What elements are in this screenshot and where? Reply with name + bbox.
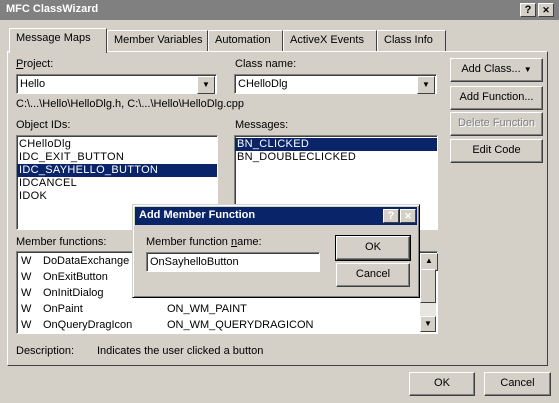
chevron-down-icon[interactable]: ▼	[417, 76, 435, 94]
dialog-close-button[interactable]: ✕	[400, 209, 416, 223]
class-name-combo[interactable]: CHelloDlg ▼	[234, 74, 437, 94]
list-item[interactable]: IDCANCEL	[17, 177, 217, 190]
dialog-cancel-button[interactable]: Cancel	[336, 263, 410, 287]
chevron-down-icon[interactable]: ▼	[197, 76, 215, 94]
member-function-name-input[interactable]: OnSayhelloButton	[146, 252, 320, 272]
table-row[interactable]: W OnQueryDragIcon ON_WM_QUERYDRAGICON	[17, 319, 437, 335]
table-row[interactable]: W OnPaint ON_WM_PAINT	[17, 303, 437, 319]
dialog-title: Add Member Function	[139, 209, 256, 221]
cancel-button[interactable]: Cancel	[484, 372, 551, 396]
badge: W	[21, 287, 32, 299]
description-text: Indicates the user clicked a button	[97, 345, 264, 357]
window-titlebar: MFC ClassWizard ? ✕	[0, 0, 559, 20]
member-function-name-value: OnSayhelloButton	[150, 256, 239, 268]
add-member-function-dialog: Add Member Function ? ✕ Member function …	[132, 204, 420, 298]
close-button[interactable]: ✕	[538, 3, 554, 17]
badge: W	[21, 303, 32, 315]
message-map: ON_WM_QUERYDRAGICON	[167, 319, 314, 331]
scrollbar[interactable]: ▲ ▼	[420, 253, 438, 332]
class-name-value: CHelloDlg	[238, 78, 288, 90]
member-function-name-label: Member function name:	[146, 236, 262, 248]
function-name: OnPaint	[43, 303, 83, 315]
ok-button[interactable]: OK	[409, 372, 475, 396]
list-item[interactable]: IDOK	[17, 190, 217, 203]
list-item-selected[interactable]: IDC_SAYHELLO_BUTTON	[17, 164, 217, 177]
tab-activex-events[interactable]: ActiveX Events	[283, 30, 377, 51]
edit-code-button[interactable]: Edit Code	[450, 139, 543, 163]
list-item[interactable]: IDC_EXIT_BUTTON	[17, 151, 217, 164]
project-value: Hello	[20, 78, 46, 90]
class-name-label: Class name:	[235, 58, 297, 70]
window-title: MFC ClassWizard	[6, 3, 99, 15]
member-functions-label: Member functions:	[16, 236, 107, 248]
file-path-text: C:\...\Hello\HelloDlg.h, C:\...\Hello\He…	[16, 98, 245, 110]
scroll-down-icon[interactable]: ▼	[420, 316, 436, 332]
tab-member-variables[interactable]: Member Variables	[107, 30, 208, 51]
project-label: Project:	[16, 58, 54, 70]
badge: W	[21, 271, 32, 283]
delete-function-button[interactable]: Delete Function	[450, 112, 543, 136]
add-class-button[interactable]: Add Class... ▼	[450, 58, 543, 82]
function-name: OnExitButton	[43, 271, 108, 283]
tab-class-info[interactable]: Class Info	[377, 30, 446, 51]
list-item[interactable]: BN_DOUBLECLICKED	[235, 151, 437, 164]
badge: W	[21, 319, 32, 331]
scroll-thumb[interactable]	[420, 269, 436, 303]
dialog-titlebar: Add Member Function ? ✕	[135, 207, 417, 225]
dialog-ok-button[interactable]: OK	[335, 235, 411, 261]
add-function-button[interactable]: Add Function...	[450, 86, 543, 110]
list-item-selected[interactable]: BN_CLICKED	[235, 138, 437, 151]
list-item[interactable]: CHelloDlg	[17, 138, 217, 151]
badge: W	[21, 255, 32, 267]
project-combo[interactable]: Hello ▼	[16, 74, 217, 94]
object-ids-label: Object IDs:	[16, 119, 71, 131]
dialog-help-button[interactable]: ?	[383, 209, 399, 223]
help-button[interactable]: ?	[520, 3, 536, 17]
function-name: OnQueryDragIcon	[43, 319, 133, 331]
tab-automation[interactable]: Automation	[208, 30, 283, 51]
function-name: OnInitDialog	[43, 287, 104, 299]
tab-message-maps[interactable]: Message Maps	[9, 28, 107, 53]
messages-label: Messages:	[235, 119, 289, 131]
description-label: Description:	[16, 345, 75, 357]
function-name: DoDataExchange	[43, 255, 130, 267]
message-map: ON_WM_PAINT	[167, 303, 247, 315]
